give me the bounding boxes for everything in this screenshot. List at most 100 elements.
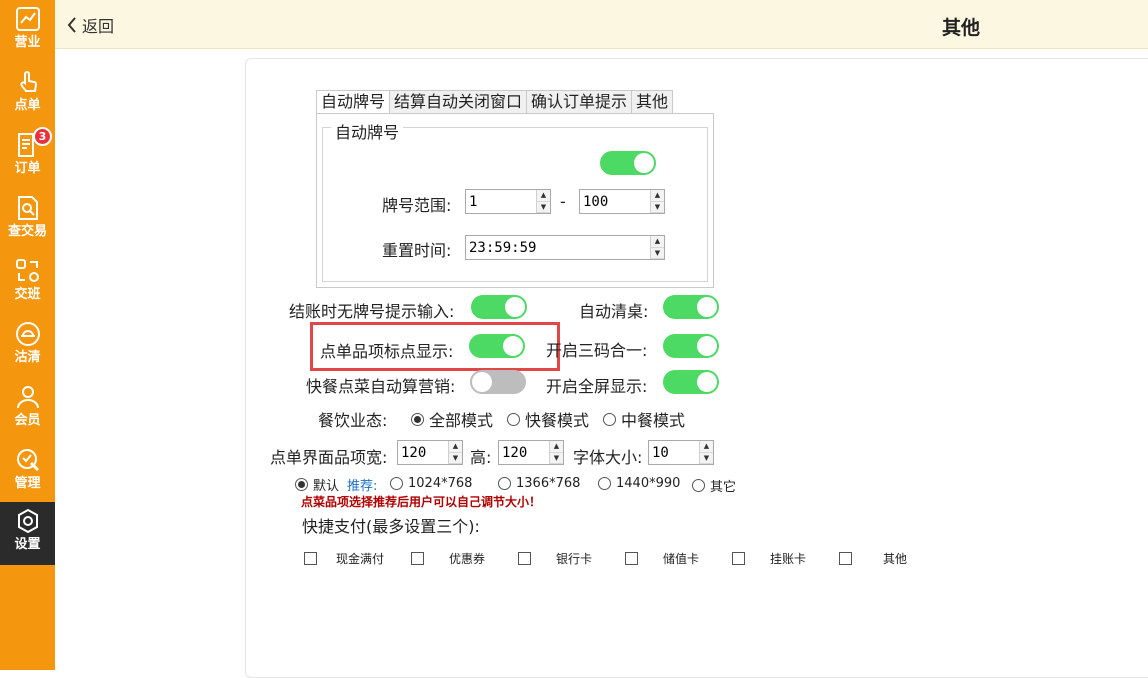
spin-down-icon[interactable]: ▼: [700, 452, 713, 464]
item-width-spinner[interactable]: ▲▼: [397, 440, 463, 465]
chart-icon: [13, 4, 43, 34]
sidebar-item-label: 沽清: [14, 350, 41, 365]
sidebar-item-0[interactable]: 营业: [0, 0, 55, 63]
sidebar-item-label: 会员: [14, 413, 41, 428]
auto-clear-table-toggle[interactable]: [663, 295, 719, 319]
mode-fast-radio[interactable]: 快餐模式: [507, 407, 589, 431]
sidebar-item-8[interactable]: 设置: [0, 502, 55, 565]
font-size-input[interactable]: [649, 441, 699, 464]
sidebar-item-label: 交班: [14, 287, 41, 302]
quick-pay-checkbox[interactable]: [625, 552, 638, 565]
quick-pay-label-item: 现金满付: [336, 552, 385, 566]
radio-label: 1440*990: [616, 476, 681, 491]
tap-hand-icon: [13, 67, 43, 97]
range-to-input[interactable]: [580, 190, 650, 213]
spin-up-icon[interactable]: ▲: [550, 441, 563, 453]
item-height-input[interactable]: [499, 441, 549, 464]
radio-dot-icon: [507, 412, 521, 426]
resolution-other-radio[interactable]: 其它: [692, 476, 736, 495]
quick-pay-checkbox[interactable]: [304, 552, 317, 565]
dish-icon: [13, 319, 43, 349]
spin-down-icon[interactable]: ▼: [537, 201, 550, 213]
quick-pay-label-item: 储值卡: [663, 552, 700, 566]
range-separator: -: [560, 192, 566, 211]
radio-label: 中餐模式: [621, 411, 686, 430]
spin-down-icon[interactable]: ▼: [449, 452, 462, 464]
range-to-spinner[interactable]: ▲▼: [579, 189, 665, 214]
radio-label: 1024*768: [408, 476, 473, 491]
spin-up-icon[interactable]: ▲: [537, 190, 550, 202]
fullscreen-toggle[interactable]: [663, 370, 719, 394]
quick-pay-checkbox[interactable]: [411, 552, 424, 565]
range-from-spinner[interactable]: ▲▼: [465, 189, 551, 214]
sidebar-item-5[interactable]: 沽清: [0, 315, 55, 378]
font-size-spinner[interactable]: ▲▼: [648, 440, 714, 465]
quick-pay-checkbox[interactable]: [732, 552, 745, 565]
sidebar-item-6[interactable]: 会员: [0, 378, 55, 441]
resolution-1366-radio[interactable]: 1366*768: [498, 476, 580, 491]
reset-time-input[interactable]: [466, 236, 650, 259]
resolution-1024-radio[interactable]: 1024*768: [390, 476, 472, 491]
sidebar-item-1[interactable]: 点单: [0, 63, 55, 126]
spin-down-icon[interactable]: ▼: [550, 452, 563, 464]
back-button[interactable]: 返回: [67, 13, 114, 37]
item-marker-toggle[interactable]: [469, 334, 525, 358]
item-width-input[interactable]: [398, 441, 448, 464]
sidebar-item-label: 点单: [14, 98, 41, 113]
three-in-one-toggle[interactable]: [663, 334, 719, 358]
resolution-tip: 点菜品项选择推荐后用户可以自己调节大小！: [301, 495, 542, 509]
mode-all-radio[interactable]: 全部模式: [411, 407, 493, 431]
spin-down-icon[interactable]: ▼: [651, 247, 664, 259]
resolution-1440-radio[interactable]: 1440*990: [598, 476, 680, 491]
mode-chinese-radio[interactable]: 中餐模式: [603, 407, 685, 431]
spin-up-icon[interactable]: ▲: [449, 441, 462, 453]
quick-pay-label-item: 优惠券: [449, 552, 486, 566]
radio-dot-icon: [295, 478, 308, 491]
sidebar-item-7[interactable]: 管理: [0, 441, 55, 504]
radio-label: 默认: [313, 479, 340, 494]
shift-icon: [13, 256, 43, 286]
resolution-default-radio[interactable]: 默认: [295, 475, 339, 494]
radio-label: 1366*768: [516, 476, 581, 491]
sidebar-item-label: 设置: [14, 537, 41, 552]
font-size-label: 字体大小:: [573, 448, 643, 467]
item-marker-label: 点单品项标点显示:: [320, 342, 454, 361]
order-count-badge: 3: [33, 127, 52, 146]
tab-other[interactable]: 其他: [631, 90, 674, 113]
radio-dot-icon: [390, 477, 403, 490]
quick-pay-checkbox[interactable]: [518, 552, 531, 565]
search-doc-icon: [13, 193, 43, 223]
spin-up-icon[interactable]: ▲: [651, 190, 664, 202]
chevron-left-icon: [67, 17, 76, 33]
radio-dot-icon: [411, 412, 424, 426]
sidebar-item-3[interactable]: 查交易: [0, 189, 55, 252]
spin-up-icon[interactable]: ▲: [651, 236, 664, 248]
no-number-prompt-toggle[interactable]: [471, 295, 527, 319]
tab-auto-number[interactable]: 自动牌号: [316, 90, 391, 114]
member-icon: [13, 382, 43, 412]
radio-dot-icon: [692, 479, 705, 492]
quick-pay-label-item: 挂账卡: [770, 552, 807, 566]
quick-pay-label: 快捷支付(最多设置三个):: [302, 517, 480, 536]
spin-up-icon[interactable]: ▲: [700, 441, 713, 453]
business-mode-label: 餐饮业态:: [318, 411, 388, 430]
auto-clear-table-label: 自动清桌:: [579, 302, 649, 321]
fast-auto-promo-toggle[interactable]: [470, 370, 526, 394]
reset-time-spinner[interactable]: ▲▼: [465, 235, 665, 260]
sidebar-item-4[interactable]: 交班: [0, 252, 55, 315]
range-from-input[interactable]: [466, 190, 536, 213]
settings-icon: [13, 506, 43, 536]
quick-pay-label-item: 其他: [883, 552, 908, 566]
quick-pay-checkbox[interactable]: [839, 552, 852, 565]
tab-confirm-order[interactable]: 确认订单提示: [526, 90, 633, 113]
auto-number-toggle[interactable]: [600, 151, 656, 175]
resolution-row: 默认 推荐:: [295, 475, 381, 494]
item-height-label: 高:: [470, 448, 492, 467]
three-in-one-label: 开启三码合一:: [546, 341, 648, 360]
spin-down-icon[interactable]: ▼: [651, 201, 664, 213]
radio-dot-icon: [498, 477, 511, 490]
quick-pay-label-item: 银行卡: [556, 552, 593, 566]
sidebar-item-label: 营业: [14, 35, 41, 50]
item-height-spinner[interactable]: ▲▼: [498, 440, 564, 465]
tab-auto-close[interactable]: 结算自动关闭窗口: [389, 90, 528, 113]
